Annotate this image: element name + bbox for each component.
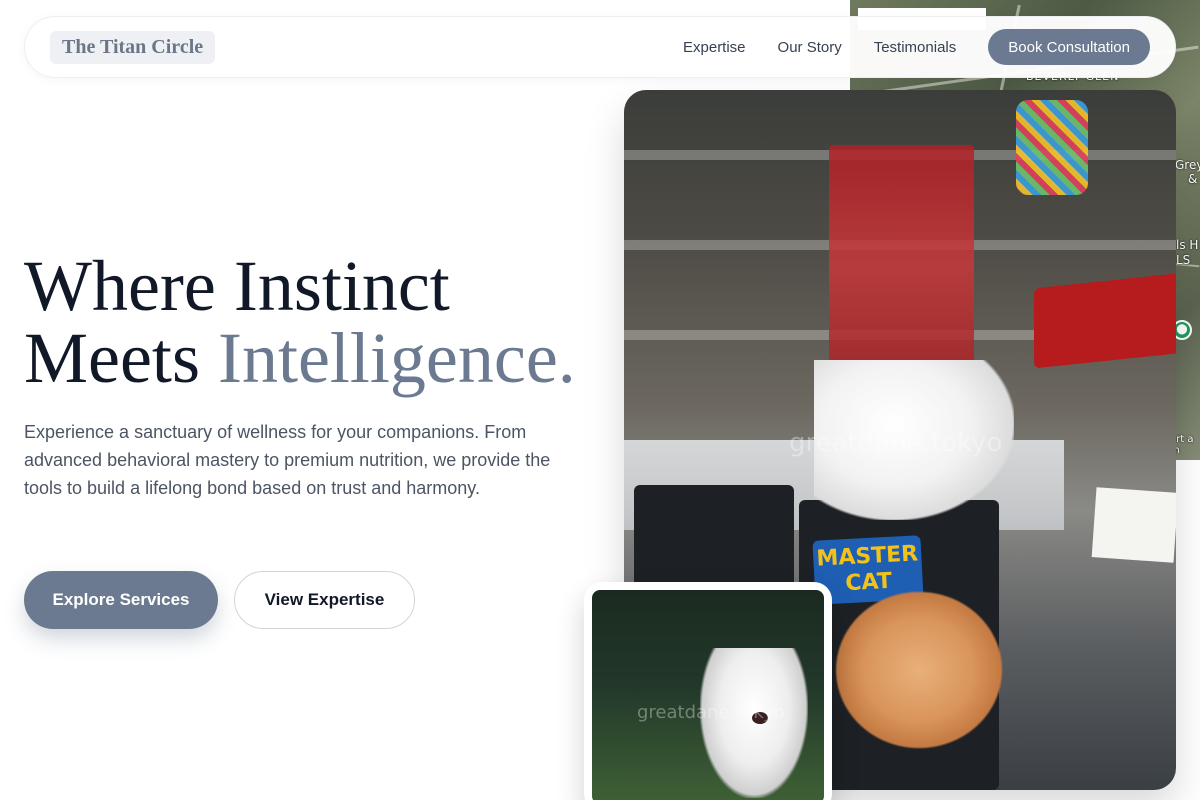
hero-title-line1: Where Instinct	[24, 246, 450, 326]
navbar: The Titan Circle Expertise Our Story Tes…	[24, 16, 1176, 78]
dog-photo: greatdane.tokyo	[592, 590, 824, 800]
snack-rack	[829, 145, 974, 385]
view-expertise-button[interactable]: View Expertise	[234, 571, 415, 629]
candy-jar	[1016, 100, 1088, 195]
explore-services-button[interactable]: Explore Services	[24, 571, 218, 629]
nav-link-testimonials[interactable]: Testimonials	[874, 39, 957, 56]
photo-watermark: greatdane.tokyo	[789, 428, 1003, 458]
hero-title-accent: Intelligence.	[217, 318, 576, 398]
nav-link-expertise[interactable]: Expertise	[683, 39, 746, 56]
hero-description: Experience a sanctuary of wellness for y…	[24, 422, 551, 498]
bin	[634, 485, 794, 595]
paper-sign	[1091, 487, 1176, 563]
dog-photo-card: greatdane.tokyo	[584, 582, 832, 800]
nav-link-our-story[interactable]: Our Story	[778, 39, 842, 56]
map-label: ls H	[1176, 238, 1199, 252]
brand-logo[interactable]: The Titan Circle	[50, 30, 216, 64]
hero-title-line2-prefix: Meets	[24, 318, 200, 398]
map-label: &	[1188, 172, 1198, 186]
book-consultation-button[interactable]: Book Consultation	[988, 29, 1150, 65]
orange-cat	[834, 590, 1004, 750]
map-label: Grey	[1175, 158, 1200, 172]
red-cloth	[1034, 271, 1176, 369]
running-dog	[700, 648, 808, 798]
dog-photo-watermark: greatdane.tokyo	[637, 702, 785, 723]
map-label: LS	[1176, 253, 1191, 267]
nav-links: Expertise Our Story Testimonials Book Co…	[651, 29, 1150, 65]
hero-title: Where Instinct Meets Intelligence.	[24, 250, 604, 394]
